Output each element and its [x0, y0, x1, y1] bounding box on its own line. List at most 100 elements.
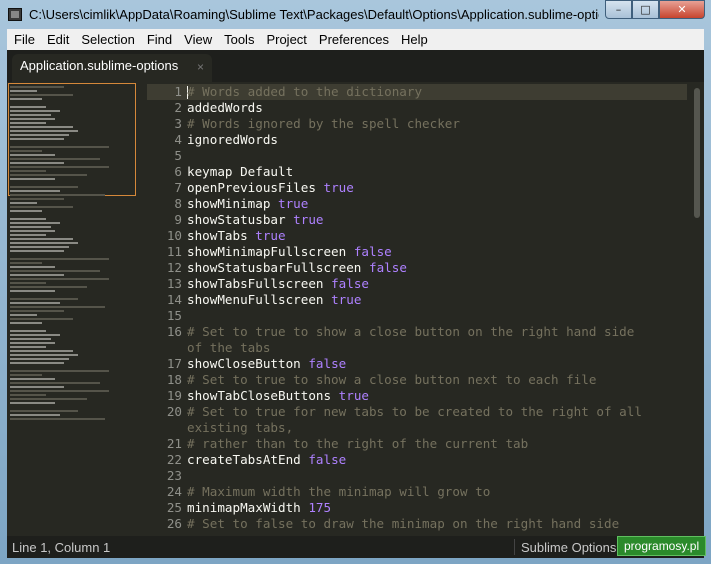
minimap-line	[10, 202, 37, 204]
line-number: 18	[166, 372, 182, 387]
minimap-line	[10, 286, 87, 288]
menu-tools[interactable]: Tools	[218, 32, 260, 47]
code-text[interactable]: # Words added to the dictionary addedWor…	[187, 82, 687, 532]
maximize-button[interactable]: □	[632, 0, 659, 19]
minimap-line	[10, 194, 105, 196]
line-number	[147, 340, 182, 356]
setting-key: showTabCloseButtons	[187, 388, 332, 403]
minimap-line	[10, 266, 55, 268]
minimap-line	[10, 342, 55, 344]
minimap-line	[10, 90, 37, 92]
line-number: 24	[166, 484, 182, 499]
setting-value: true	[331, 292, 362, 307]
setting-key: showCloseButton	[187, 356, 301, 371]
minimap-line	[10, 318, 73, 320]
minimap-line	[10, 410, 78, 412]
menu-file[interactable]: File	[7, 32, 41, 47]
minimap-line	[10, 330, 46, 332]
minimap-line	[10, 122, 46, 124]
minimap-line	[10, 414, 60, 416]
code-line: showTabCloseButtons true	[187, 388, 687, 404]
watermark-logo: programosy.pl	[617, 536, 707, 556]
setting-key: showTabs	[187, 228, 248, 243]
comment: # Words added to the dictionary	[187, 84, 423, 99]
title-bar[interactable]: C:\Users\cimlik\AppData\Roaming\Sublime …	[0, 0, 711, 29]
menu-selection[interactable]: Selection	[75, 32, 140, 47]
menu-project[interactable]: Project	[260, 32, 312, 47]
menu-help[interactable]: Help	[395, 32, 434, 47]
code-line: # Maximum width the minimap will grow to	[187, 484, 491, 499]
scroll-thumb[interactable]	[694, 88, 700, 218]
line-number: 9	[174, 212, 182, 227]
minimize-button[interactable]: –	[605, 0, 632, 19]
line-number: 6	[174, 164, 182, 179]
minimap-line	[10, 358, 69, 360]
code-line: # rather than to the right of the curren…	[187, 436, 529, 451]
line-number: 16	[166, 324, 182, 339]
sublime-app-icon[interactable]	[8, 8, 22, 21]
code-line: showStatusbar true	[187, 212, 687, 228]
setting-key: showMinimapFullscreen	[187, 244, 347, 259]
minimap-line	[10, 106, 46, 108]
code-line: showTabs true	[187, 228, 687, 244]
minimap-line	[10, 382, 100, 384]
minimap-line	[10, 322, 42, 324]
minimap-line	[10, 346, 46, 348]
minimap-line	[10, 98, 42, 100]
line-number: 4	[174, 132, 182, 147]
menu-edit[interactable]: Edit	[41, 32, 75, 47]
setting-key: minimapMaxWidth	[187, 500, 301, 515]
syntax-selector[interactable]: Sublime Options	[521, 540, 616, 555]
setting-value: false	[331, 276, 369, 291]
minimap-line	[10, 282, 46, 284]
minimap-line	[10, 150, 42, 152]
minimap-line	[10, 262, 42, 264]
setting-value: true	[255, 228, 286, 243]
menu-view[interactable]: View	[178, 32, 218, 47]
close-button[interactable]: ✕	[659, 0, 705, 19]
minimap-line	[10, 278, 109, 280]
menu-bar: File Edit Selection Find View Tools Proj…	[7, 29, 704, 50]
code-line: # Words added to the dictionary	[187, 84, 687, 100]
menu-preferences[interactable]: Preferences	[313, 32, 395, 47]
minimap[interactable]	[7, 82, 137, 536]
setting-key: showMinimap	[187, 196, 271, 211]
minimap-line	[10, 398, 87, 400]
app-window: C:\Users\cimlik\AppData\Roaming\Sublime …	[0, 0, 711, 564]
minimap-line	[10, 146, 109, 148]
vertical-scrollbar[interactable]	[690, 82, 704, 536]
minimap-line	[10, 158, 100, 160]
status-bar: Line 1, Column 1 Sublime Options	[7, 536, 704, 558]
setting-key: showStatusbarFullscreen	[187, 260, 362, 275]
window-title: C:\Users\cimlik\AppData\Roaming\Sublime …	[29, 7, 599, 22]
editor-area[interactable]: 1 2 3 4 5 6 7 8 9 10 11 12 13 14 15 16 1…	[7, 82, 704, 536]
setting-value: true	[293, 212, 324, 227]
setting-value: true	[278, 196, 309, 211]
line-number: 26	[166, 516, 182, 531]
minimap-line	[10, 370, 109, 372]
minimap-line	[10, 334, 60, 336]
tab-close-icon[interactable]: ×	[197, 60, 204, 74]
minimap-line	[10, 302, 60, 304]
minimap-line	[10, 246, 69, 248]
tab-bar: Application.sublime-options ×	[7, 50, 704, 82]
line-number: 21	[166, 436, 182, 451]
code-line: showMinimapFullscreen false	[187, 244, 687, 260]
setting-value: false	[308, 356, 347, 371]
tab-application-sublime-options[interactable]: Application.sublime-options ×	[12, 54, 212, 82]
minimap-line	[10, 162, 64, 164]
minimap-line	[10, 166, 109, 168]
minimap-line	[10, 174, 87, 176]
minimap-line	[10, 274, 64, 276]
minimap-line	[10, 290, 55, 292]
line-number	[147, 420, 182, 436]
line-number-gutter: 1 2 3 4 5 6 7 8 9 10 11 12 13 14 15 16 1…	[147, 82, 182, 532]
minimap-line	[10, 190, 60, 192]
code-line: showStatusbarFullscreen false	[187, 260, 687, 276]
minimap-line	[10, 402, 55, 404]
menu-find[interactable]: Find	[141, 32, 178, 47]
setting-value: false	[308, 452, 347, 467]
minimap-line	[10, 138, 64, 140]
